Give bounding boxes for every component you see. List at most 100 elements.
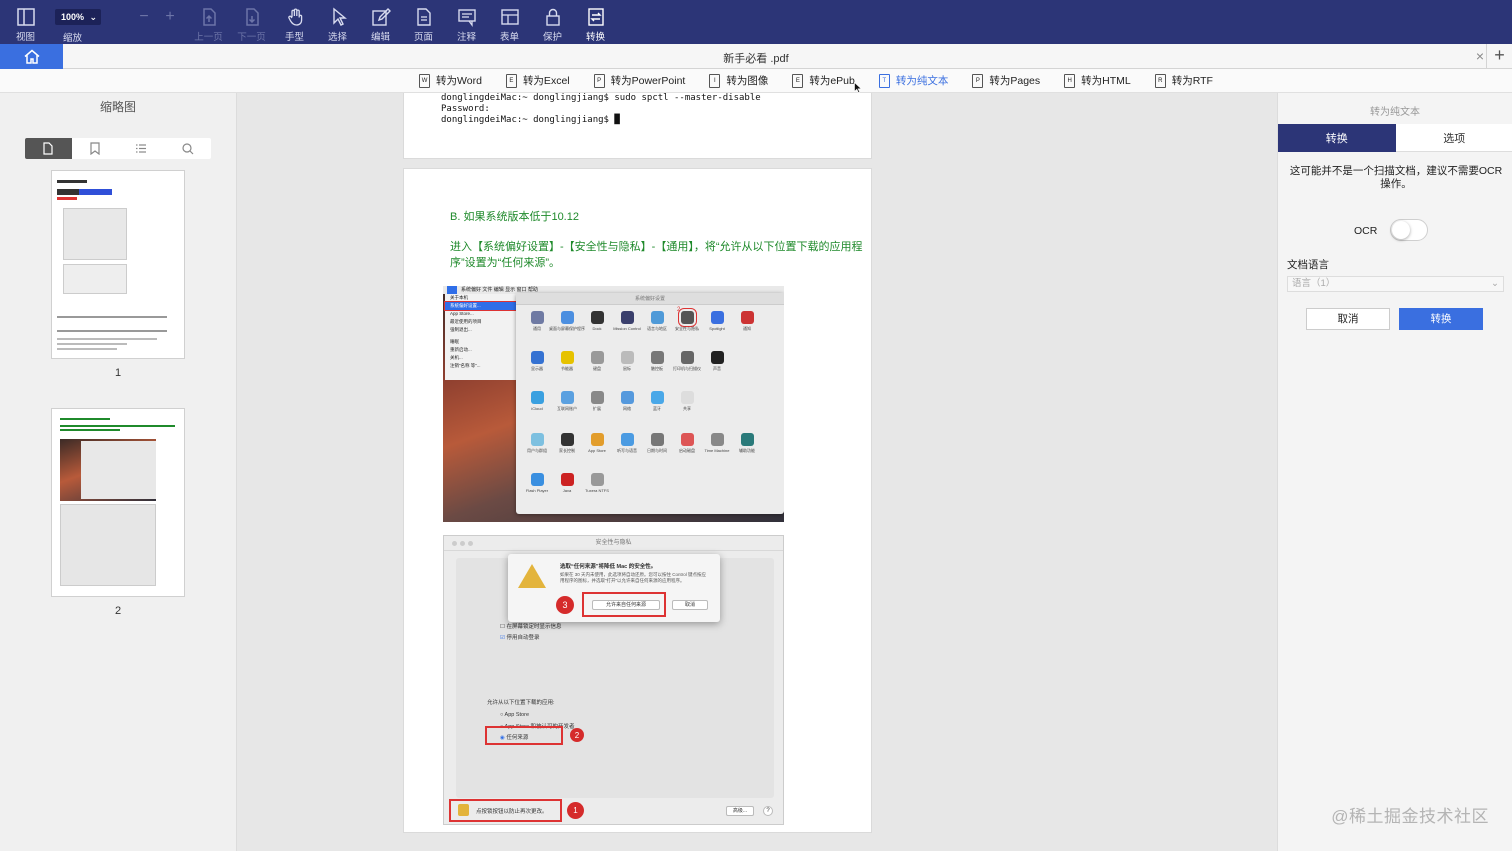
form-icon bbox=[500, 9, 519, 25]
pdf-page-1: donglingdeiMac:~ donglingjiang$ sudo spc… bbox=[403, 93, 872, 159]
preference-pane-label: Time Machine bbox=[704, 448, 730, 453]
view-button[interactable]: 视图 bbox=[4, 0, 47, 44]
preference-pane-icon bbox=[680, 391, 694, 404]
convert-option-5[interactable]: T 转为纯文本 bbox=[878, 73, 948, 88]
watermark-credit: @稀土掘金技术社区 bbox=[1331, 807, 1489, 826]
language-label: 文档语言 bbox=[1287, 259, 1329, 271]
thumbnail-content bbox=[57, 180, 177, 350]
preference-pane-label: App Store bbox=[588, 448, 606, 453]
preference-pane-icon bbox=[650, 433, 664, 446]
preference-pane-icon bbox=[650, 391, 664, 404]
pref-row-3: iCloud 互联网账户 扩展 网络 蓝牙 共享 bbox=[522, 391, 762, 412]
preference-pane-icon bbox=[620, 433, 634, 446]
zoom-out-button[interactable]: − bbox=[131, 0, 157, 44]
help-icon[interactable]: ? bbox=[763, 806, 773, 816]
preference-pane-label: 辅助功能 bbox=[739, 448, 755, 453]
preference-pane-label: 桌面与屏幕保护程序 bbox=[549, 326, 585, 331]
convert-option-6[interactable]: P 转为Pages bbox=[972, 73, 1040, 88]
ocr-toggle[interactable] bbox=[1390, 219, 1428, 241]
edit-tool-button[interactable]: 编辑 bbox=[359, 0, 402, 44]
page-thumbnail-number: 1 bbox=[114, 367, 122, 379]
sidebar-layout-icon bbox=[16, 8, 35, 26]
thumbnail-panel-title: 缩略图 bbox=[99, 100, 136, 114]
convert-option-label: 转为Word bbox=[436, 75, 482, 87]
preference-pane-icon bbox=[677, 308, 697, 327]
apple-menu: 关于本机 系统偏好设置... App Store... 最近使用的项目 强制退出... 睡… bbox=[444, 294, 522, 380]
select-tool-button[interactable]: 选择 bbox=[316, 0, 359, 44]
preference-pane-icon bbox=[710, 433, 724, 446]
preference-pane-icon bbox=[530, 391, 544, 404]
next-page-button[interactable]: 下一页 bbox=[230, 0, 273, 44]
advanced-button[interactable]: 高级... bbox=[726, 806, 754, 816]
dialog-cancel-button[interactable]: 取消 bbox=[672, 600, 708, 610]
language-select[interactable]: 语言（1） ⌄ bbox=[1287, 276, 1504, 292]
add-tab-button[interactable]: + bbox=[1486, 44, 1512, 69]
prev-page-label: 上一页 bbox=[194, 32, 223, 43]
convert-option-3[interactable]: I 转为图像 bbox=[709, 73, 768, 88]
tab-options[interactable]: 选项 bbox=[1395, 124, 1512, 152]
convert-tool-button[interactable]: 转换 bbox=[574, 0, 617, 44]
hand-tool-button[interactable]: 手型 bbox=[273, 0, 316, 44]
document-viewport[interactable]: donglingdeiMac:~ donglingjiang$ sudo spc… bbox=[237, 93, 1277, 851]
zoom-select[interactable]: 100% ⌄ bbox=[55, 9, 101, 25]
highlight-allow-button bbox=[582, 592, 666, 617]
tab-thumbnails[interactable] bbox=[25, 138, 72, 159]
tab-outline[interactable] bbox=[118, 138, 165, 159]
page-thumbnail-1[interactable] bbox=[51, 170, 185, 359]
preference-pane-item: 通知 bbox=[732, 311, 762, 332]
preference-pane-icon bbox=[680, 433, 694, 446]
convert-option-label: 转为ePub bbox=[809, 75, 855, 87]
page-thumbnail-number: 2 bbox=[114, 605, 122, 617]
language-value: 语言（1） bbox=[1292, 278, 1336, 289]
close-tab-icon[interactable]: × bbox=[1476, 48, 1484, 64]
protect-tool-button[interactable]: 保护 bbox=[531, 0, 574, 44]
document-tab-title[interactable]: 新手必看 .pdf bbox=[0, 50, 1512, 66]
annotate-label: 注释 bbox=[456, 32, 476, 43]
preference-pane-label: 鼠标 bbox=[623, 366, 631, 371]
preference-pane-item: 语言与地区 bbox=[642, 311, 672, 332]
zoom-in-button[interactable]: + bbox=[157, 0, 183, 44]
list-icon bbox=[136, 144, 147, 153]
preference-pane-label: 语言与地区 bbox=[647, 326, 667, 331]
convert-button[interactable]: 转换 bbox=[1399, 308, 1483, 330]
convert-option-0[interactable]: W 转为Word bbox=[419, 73, 482, 88]
terminal-output: donglingdeiMac:~ donglingjiang$ sudo spc… bbox=[404, 93, 871, 126]
apple-menu-item: 关机... bbox=[450, 355, 463, 360]
tab-bookmarks[interactable] bbox=[72, 138, 119, 159]
preference-pane-icon bbox=[590, 433, 604, 446]
apple-menu-item: 注销“名称 等”... bbox=[450, 363, 481, 368]
tab-convert[interactable]: 转换 bbox=[1278, 124, 1396, 152]
pref-row-4: 用户与群组 家长控制 App Store 听写与语音 日期与时间 启动磁盘 Time Mac… bbox=[522, 433, 762, 454]
annotate-tool-button[interactable]: 注释 bbox=[445, 0, 488, 44]
preference-pane-item: App Store bbox=[582, 433, 612, 454]
security-privacy-screenshot: 安全性与隐私 ☐ 在屏幕锁定时显示信息 ☑ 停用自动登录 允许从以下位置下载的应… bbox=[443, 535, 784, 825]
cancel-button[interactable]: 取消 bbox=[1306, 308, 1390, 330]
page-tool-button[interactable]: 页面 bbox=[402, 0, 445, 44]
file-format-icon: P bbox=[972, 73, 984, 88]
page-thumbnail-2[interactable] bbox=[51, 408, 185, 597]
form-tool-button[interactable]: 表单 bbox=[488, 0, 531, 44]
preference-pane-label: 触控板 bbox=[651, 366, 663, 371]
tab-search[interactable] bbox=[165, 138, 212, 159]
form-label: 表单 bbox=[499, 32, 519, 43]
warning-icon bbox=[518, 564, 546, 588]
preference-pane-label: 节能器 bbox=[561, 366, 573, 371]
convert-option-8[interactable]: R 转为RTF bbox=[1154, 73, 1213, 88]
convert-option-1[interactable]: E 转为Excel bbox=[505, 73, 570, 88]
lock-icon bbox=[545, 8, 560, 26]
preference-pane-item: 网络 bbox=[612, 391, 642, 412]
view-label: 视图 bbox=[15, 32, 35, 43]
search-icon bbox=[182, 142, 194, 154]
terminal-line: donglingdeiMac:~ donglingjiang$ sudo spc… bbox=[441, 93, 761, 103]
thumbnail-panel: 缩略图 1 2 bbox=[0, 93, 237, 851]
page-down-icon bbox=[245, 8, 259, 26]
preference-pane-icon bbox=[530, 473, 544, 486]
preference-pane-label: Flash Player bbox=[525, 488, 549, 493]
convert-option-4[interactable]: E 转为ePub bbox=[792, 73, 855, 88]
preference-pane-label: 家长控制 bbox=[559, 448, 575, 453]
system-preferences-screenshot: 系统偏好 文件 编辑 显示 窗口 帮助 关于本机 系统偏好设置... App Sto… bbox=[443, 286, 784, 522]
prev-page-button[interactable]: 上一页 bbox=[187, 0, 230, 44]
convert-option-7[interactable]: H 转为HTML bbox=[1064, 73, 1131, 88]
convert-option-2[interactable]: P 转为PowerPoint bbox=[593, 73, 685, 88]
preference-pane-label: Spotlight bbox=[709, 326, 725, 331]
